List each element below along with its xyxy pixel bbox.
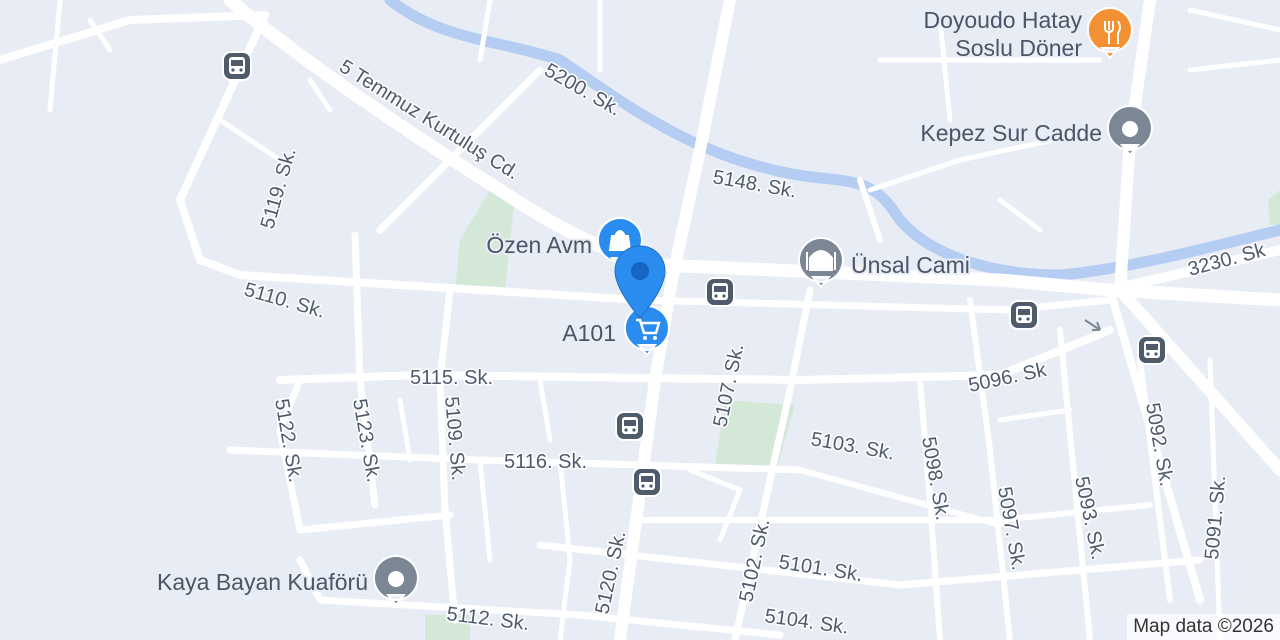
poi-label: Ünsal Cami <box>851 252 970 278</box>
bus-stop-icon[interactable] <box>1009 300 1039 330</box>
bus-stop-icon[interactable] <box>1137 335 1167 365</box>
map-canvas[interactable]: 5 Temmuz Kurtuluş Cd. 5200. Sk. 5148. Sk… <box>0 0 1280 640</box>
poi-label-line2: Soslu Döner <box>955 35 1082 61</box>
poi-label: Kepez Sur Cadde <box>920 120 1102 146</box>
street-label: 5116. Sk. <box>504 451 587 473</box>
poi-label: Kaya Bayan Kuaförü <box>157 569 368 595</box>
poi-label: Özen Avm <box>486 232 592 258</box>
street-label: 5115. Sk. <box>410 367 493 389</box>
bus-stop-icon[interactable] <box>615 411 645 441</box>
map-attribution: Map data ©2026 <box>1127 614 1280 640</box>
bus-stop-icon[interactable] <box>632 467 662 497</box>
bus-stop-icon[interactable] <box>705 277 735 307</box>
poi-label-line1: Doyoudo Hatay <box>923 7 1082 33</box>
poi-label: A101 <box>562 320 616 346</box>
bus-stop-icon[interactable] <box>222 51 252 81</box>
